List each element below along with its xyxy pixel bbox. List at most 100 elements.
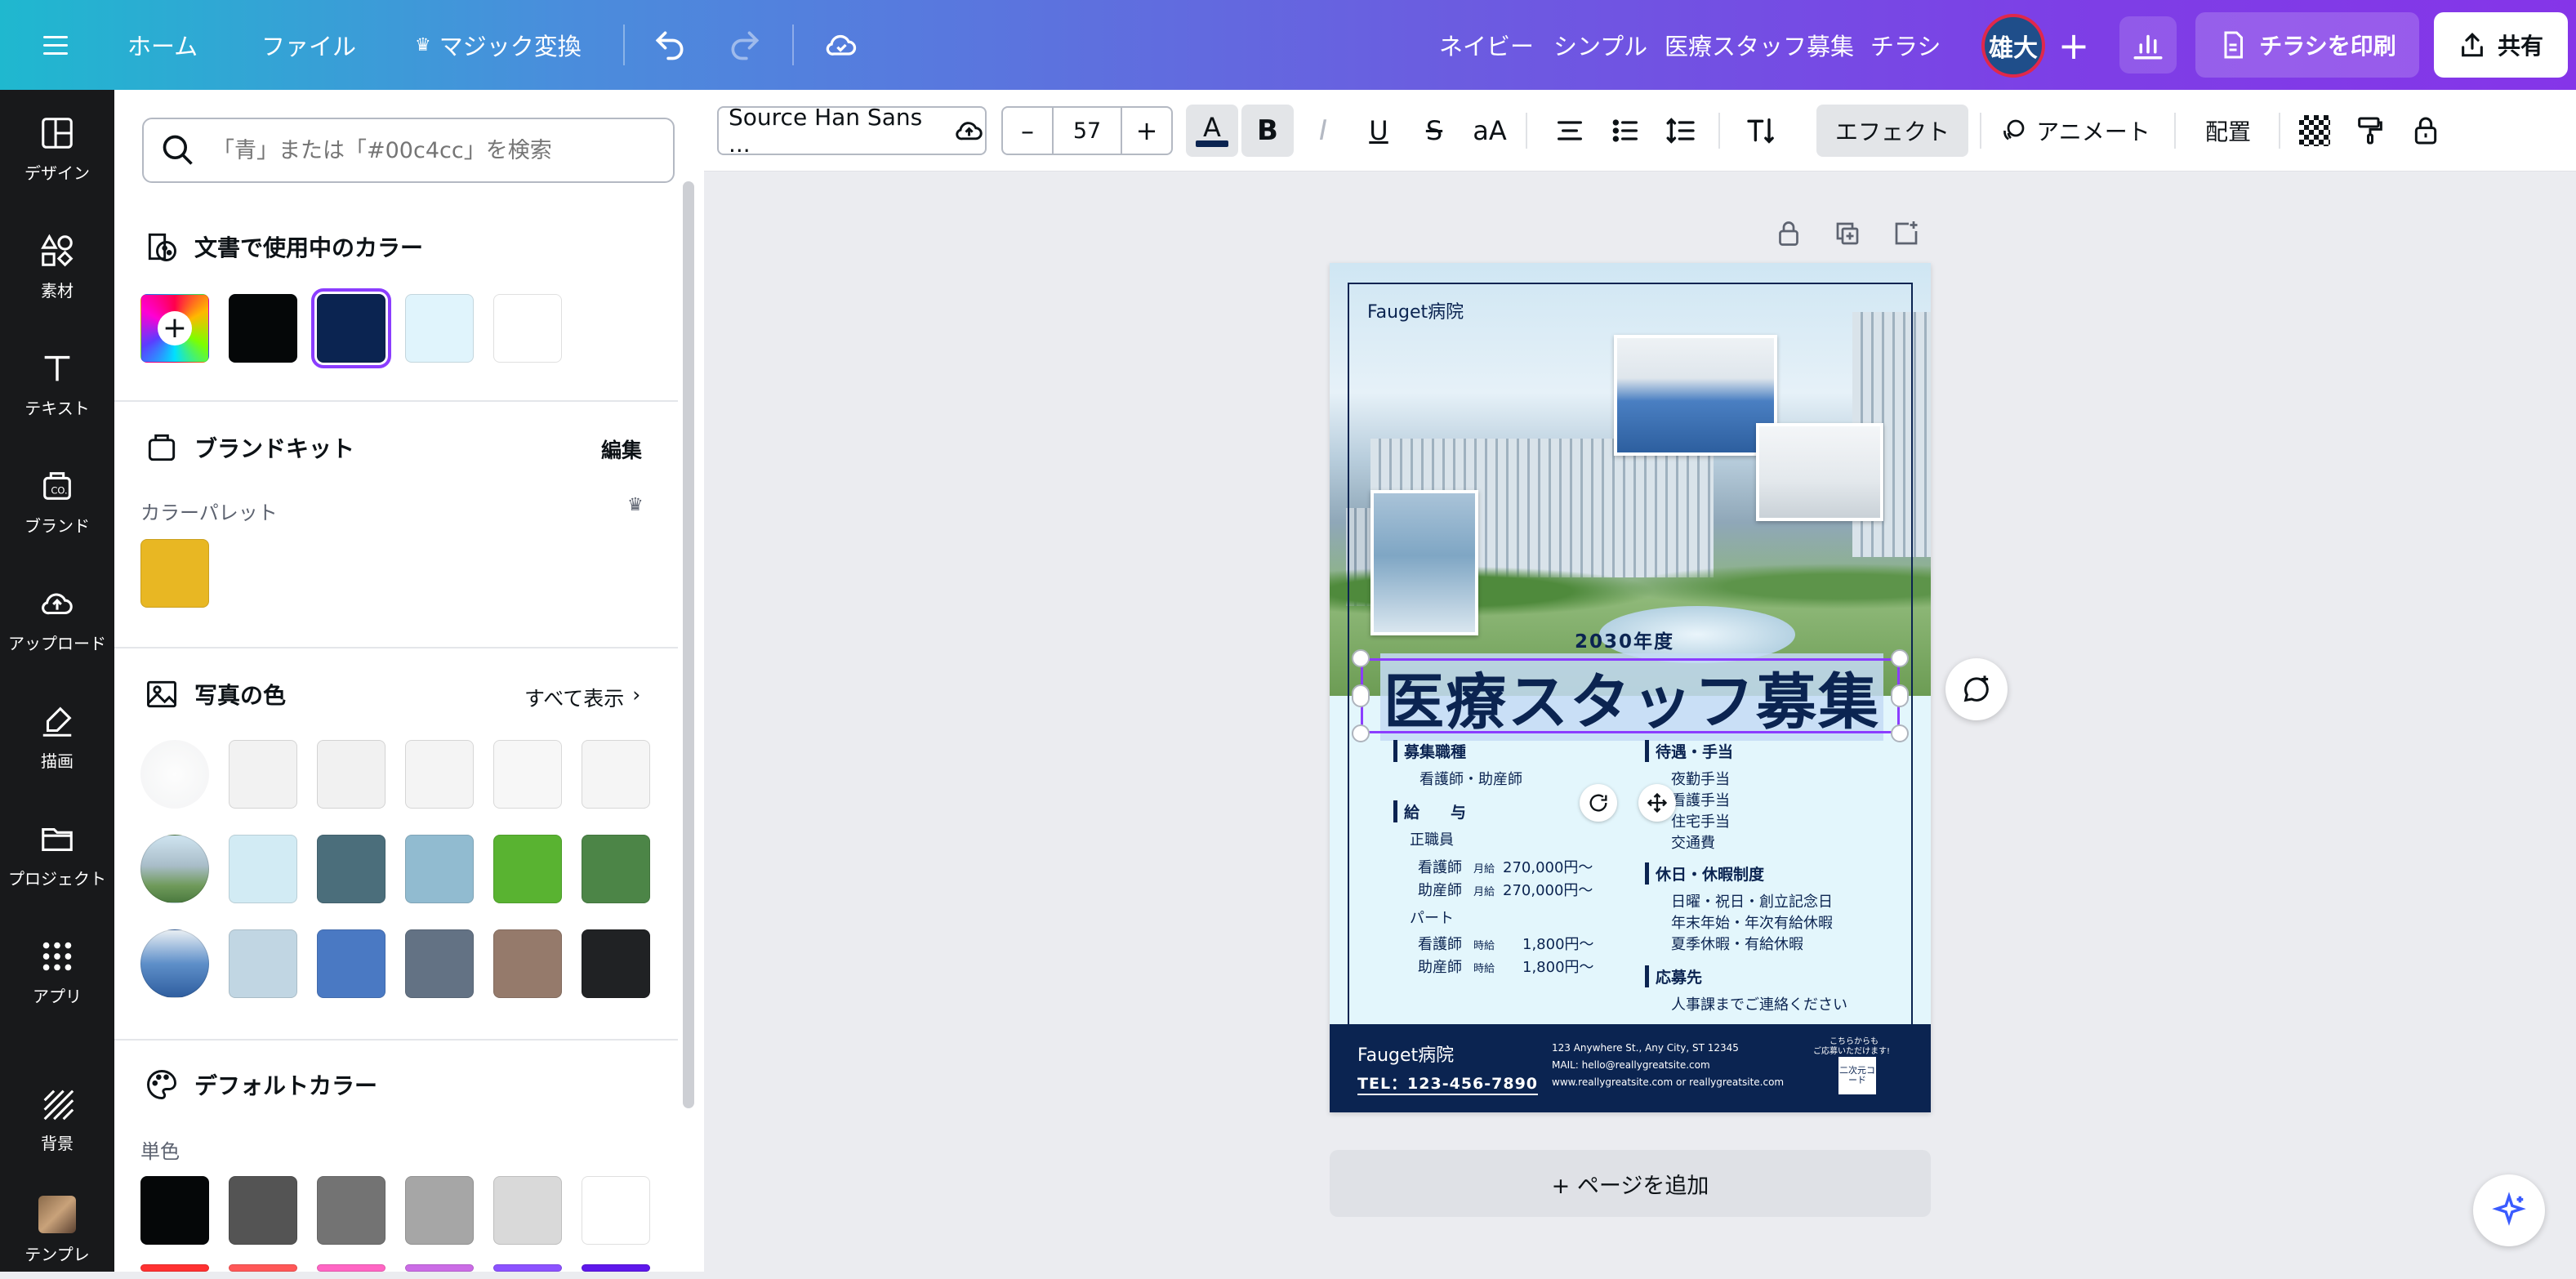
menu-icon[interactable]: [33, 0, 78, 90]
brand-color-swatch[interactable]: [140, 539, 209, 608]
transparency-icon[interactable]: [2289, 105, 2341, 157]
magic-switch-button[interactable]: ♛ マジック変換: [415, 0, 582, 90]
default-color-swatch[interactable]: [317, 1176, 386, 1245]
photo-color-swatch[interactable]: [493, 740, 562, 809]
share-button[interactable]: 共有: [2434, 12, 2568, 78]
benefit-heading[interactable]: 待遇・手当: [1645, 740, 1733, 762]
font-family-select[interactable]: Source Han Sans ...: [717, 104, 987, 158]
panel-scrollbar[interactable]: [683, 181, 694, 1108]
letter-case-button[interactable]: aA: [1464, 105, 1516, 157]
benefit-item[interactable]: 住宅手当: [1671, 810, 1730, 831]
add-page-button[interactable]: + ページを追加: [1330, 1150, 1931, 1217]
salary-row-value[interactable]: 1,800円〜: [1522, 933, 1594, 954]
photo-color-swatch[interactable]: [582, 835, 650, 903]
rail-elements[interactable]: 素材: [0, 217, 114, 315]
bullet-list-icon[interactable]: [1599, 105, 1651, 157]
holiday-item[interactable]: 夏季休暇・有給休暇: [1671, 933, 1803, 954]
resize-handle[interactable]: [1891, 684, 1909, 707]
resize-handle[interactable]: [1891, 649, 1909, 667]
magic-assistant-button[interactable]: [2473, 1174, 2545, 1246]
salary-row-role[interactable]: 助産師: [1418, 879, 1462, 900]
salary-row-unit[interactable]: 時給: [1473, 960, 1495, 975]
apply-heading[interactable]: 応募先: [1645, 965, 1702, 987]
default-color-swatch[interactable]: [405, 1176, 474, 1245]
rail-brand[interactable]: CO. ブランド: [0, 452, 114, 550]
line-spacing-icon[interactable]: [1655, 105, 1707, 157]
add-comment-button[interactable]: [1945, 658, 2008, 720]
tag-flyer[interactable]: チラシ: [1870, 0, 1941, 90]
doc-color-swatch[interactable]: [493, 294, 562, 363]
flyer-page[interactable]: Fauget病院 2030年度 医療スタッフ募集 募集職種 看護師・助産師 給 …: [1330, 263, 1931, 1112]
rotate-handle[interactable]: [1580, 784, 1617, 822]
photo-color-swatch[interactable]: [493, 929, 562, 998]
default-color-swatch[interactable]: [493, 1176, 562, 1245]
print-flyer-button[interactable]: チラシを印刷: [2195, 12, 2419, 78]
cloud-saved-icon[interactable]: [823, 0, 859, 90]
salary-row-unit[interactable]: 月給: [1473, 860, 1495, 876]
photo-color-swatch[interactable]: [229, 929, 297, 998]
default-color-swatch[interactable]: [493, 1264, 562, 1272]
rail-draw[interactable]: 描画: [0, 688, 114, 786]
holiday-item[interactable]: 年末年始・年次有給休暇: [1671, 911, 1833, 933]
default-color-swatch[interactable]: [140, 1264, 209, 1272]
text-color-button[interactable]: A: [1186, 105, 1238, 157]
rail-apps[interactable]: アプリ: [0, 923, 114, 1021]
default-color-swatch[interactable]: [582, 1264, 650, 1272]
tag-simple[interactable]: シンプル: [1553, 0, 1647, 90]
vertical-text-icon[interactable]: [1735, 105, 1787, 157]
rail-templates[interactable]: テンプレ: [0, 1181, 114, 1279]
qr-code-placeholder[interactable]: 二次元コード: [1838, 1057, 1876, 1094]
add-collaborator-button[interactable]: +: [2050, 22, 2097, 69]
animate-button[interactable]: アニメート: [1993, 105, 2156, 157]
duplicate-page-icon[interactable]: [1833, 219, 1862, 248]
year-label[interactable]: 2030年度: [1575, 626, 1674, 653]
doc-color-swatch[interactable]: [405, 294, 474, 363]
color-search-box[interactable]: [142, 118, 675, 183]
default-color-swatch[interactable]: [140, 1176, 209, 1245]
footer-address[interactable]: 123 Anywhere St., Any City, ST 12345: [1552, 1042, 1739, 1054]
hospital-name-top[interactable]: Fauget病院: [1367, 297, 1464, 323]
footer-hospital-name[interactable]: Fauget病院: [1357, 1041, 1454, 1067]
salary-row-unit[interactable]: 時給: [1473, 937, 1495, 952]
resize-handle[interactable]: [1352, 649, 1370, 667]
photo-color-swatch[interactable]: [405, 835, 474, 903]
photo-color-swatch[interactable]: [317, 740, 386, 809]
photo-color-swatch[interactable]: [405, 929, 474, 998]
effects-button[interactable]: エフェクト: [1816, 105, 1968, 157]
add-page-icon[interactable]: [1892, 219, 1921, 248]
salary-row-role[interactable]: 看護師: [1418, 856, 1462, 877]
doc-color-swatch[interactable]: [229, 294, 297, 363]
show-all-link[interactable]: すべて表示 ›: [524, 683, 640, 712]
parttime-label[interactable]: パート: [1410, 907, 1454, 928]
doc-color-swatch-selected[interactable]: [311, 288, 391, 368]
salary-row-value[interactable]: 1,800円〜: [1522, 956, 1594, 977]
default-color-swatch[interactable]: [405, 1264, 474, 1272]
photo-color-swatch[interactable]: [582, 740, 650, 809]
position-button[interactable]: 配置: [2189, 105, 2267, 157]
salary-row-role[interactable]: 看護師: [1418, 933, 1462, 954]
salary-row-unit[interactable]: 月給: [1473, 883, 1495, 898]
photo-color-swatch[interactable]: [229, 740, 297, 809]
align-center-icon[interactable]: [1544, 105, 1596, 157]
photo-color-swatch[interactable]: [405, 740, 474, 809]
rail-background[interactable]: 背景: [0, 1070, 114, 1168]
fulltime-label[interactable]: 正職員: [1410, 828, 1454, 849]
strikethrough-button[interactable]: S: [1408, 105, 1460, 157]
redo-icon[interactable]: [727, 0, 763, 90]
rail-projects[interactable]: プロジェクト: [0, 805, 114, 903]
rail-upload[interactable]: アップロード: [0, 570, 114, 668]
rail-design[interactable]: デザイン: [0, 100, 114, 198]
home-button[interactable]: ホーム: [127, 0, 198, 90]
photo-color-swatch[interactable]: [317, 835, 386, 903]
benefit-item[interactable]: 夜勤手当: [1671, 768, 1730, 789]
default-color-swatch[interactable]: [582, 1176, 650, 1245]
photo-thumb-sky[interactable]: [140, 740, 209, 809]
benefit-item[interactable]: 交通費: [1671, 831, 1715, 853]
brand-edit-link[interactable]: 編集: [601, 435, 642, 464]
footer-tel[interactable]: TEL：123-456-7890: [1357, 1072, 1539, 1095]
rail-text[interactable]: テキスト: [0, 335, 114, 433]
default-color-swatch[interactable]: [229, 1264, 297, 1272]
avatar[interactable]: 雄大: [1981, 14, 2045, 78]
tag-medical-recruit[interactable]: 医療スタッフ募集: [1665, 0, 1854, 90]
font-size-value[interactable]: 57: [1052, 108, 1122, 154]
